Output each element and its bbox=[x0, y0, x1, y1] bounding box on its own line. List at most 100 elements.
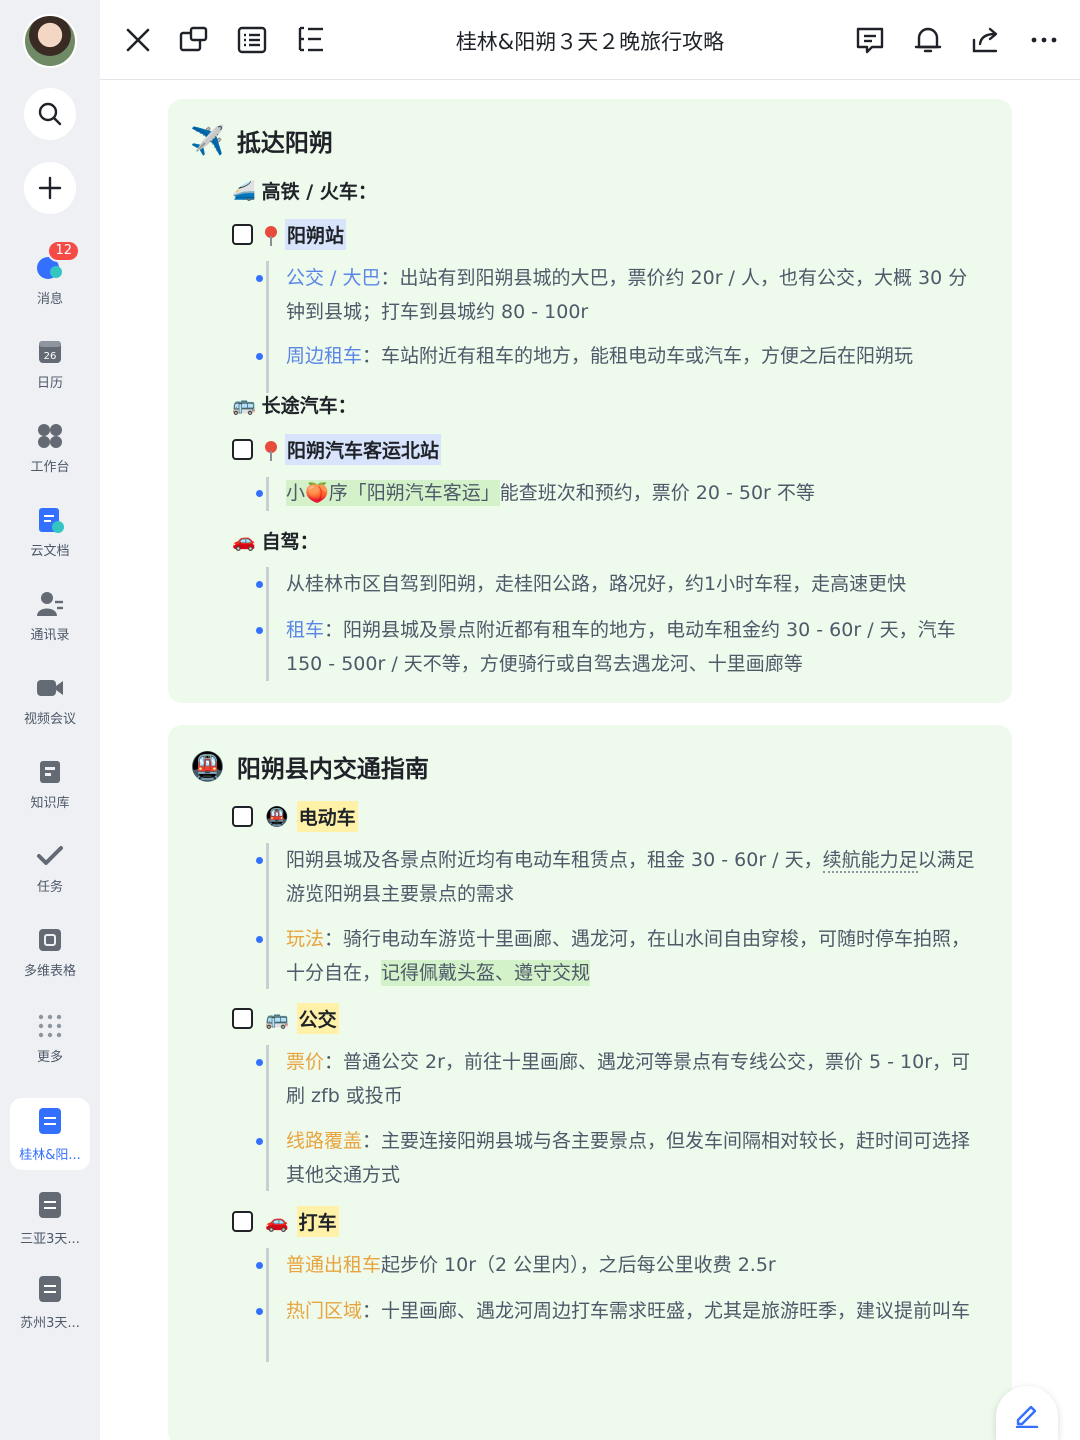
quote-bar bbox=[266, 567, 269, 681]
callout-arrive-yangshuo: ✈️ 抵达阳朔 🚄 高铁 / 火车： 阳朔站 公交 / 大巴：出站有到阳朔县城的… bbox=[168, 99, 1012, 703]
todo-checkbox[interactable] bbox=[232, 224, 253, 245]
more-dots-icon bbox=[36, 1012, 64, 1040]
table-icon bbox=[36, 926, 64, 954]
contacts-icon bbox=[36, 590, 64, 618]
section-heading: 🚇 阳朔县内交通指南 bbox=[190, 749, 429, 784]
tree-outline-icon[interactable] bbox=[294, 24, 326, 56]
nav-label: 日历 bbox=[36, 376, 63, 391]
list-item: 从桂林市区自驾到阳朔，走桂阳公路，路况好，约1小时车程，走高速更快 bbox=[256, 567, 976, 601]
list-item: 普通出租车起步价 10r（2 公里内），之后每公里收费 2.5r bbox=[256, 1248, 976, 1282]
list-item: 玩法：骑行电动车游览十里画廊、遇龙河，在山水间自由穿梭，可随时停车拍照，十分自在… bbox=[256, 922, 976, 990]
quote-bar bbox=[266, 261, 269, 393]
nav-messages[interactable]: 12 消息 bbox=[0, 240, 100, 307]
video-camera-icon bbox=[36, 674, 64, 702]
list-item: 阳朔县城及各景点附近均有电动车租赁点，租金 30 - 60r / 天，续航能力足… bbox=[256, 843, 976, 911]
todo-text: 打车 bbox=[296, 1206, 339, 1237]
add-button[interactable] bbox=[24, 162, 76, 214]
todo-text: 公交 bbox=[296, 1003, 339, 1034]
todo-text: 电动车 bbox=[296, 801, 358, 832]
heading-text: 阳朔县内交通指南 bbox=[236, 755, 429, 783]
location-pin-icon bbox=[265, 440, 277, 461]
search-button[interactable] bbox=[24, 88, 76, 140]
nav-more[interactable]: 更多 bbox=[0, 1012, 100, 1065]
airplane-icon: ✈️ bbox=[190, 124, 225, 157]
chat-bubble-icon: 12 bbox=[36, 240, 80, 282]
document-title: 桂林&阳朔３天２晚旅行攻略 bbox=[455, 30, 725, 54]
todo-yangshuo-station: 阳朔站 bbox=[232, 219, 347, 250]
nav-label: 工作台 bbox=[30, 460, 70, 475]
nav-label: 知识库 bbox=[30, 796, 70, 811]
todo-checkbox[interactable] bbox=[232, 806, 253, 827]
doc-tab-label: 三亚3天... bbox=[20, 1232, 80, 1247]
quote-bar bbox=[266, 1248, 269, 1362]
list-item: 热门区域：十里画廊、遇龙河周边打车需求旺盛，尤其是旅游旺季，建议提前叫车 bbox=[256, 1294, 976, 1328]
todo-checkbox[interactable] bbox=[232, 439, 253, 460]
subheading-rail: 🚄 高铁 / 火车： bbox=[232, 177, 377, 204]
callout-local-transport: 🚇 阳朔县内交通指南 🚇 电动车 阳朔县城及各景点附近均有电动车租赁点，租金 3… bbox=[168, 725, 1012, 1440]
nav-label: 多维表格 bbox=[23, 964, 76, 979]
unread-badge: 12 bbox=[47, 240, 80, 262]
document-body: ✈️ 抵达阳朔 🚄 高铁 / 火车： 阳朔站 公交 / 大巴：出站有到阳朔县城的… bbox=[100, 81, 1080, 1440]
open-doc-tab-sanya[interactable]: 三亚3天... bbox=[10, 1182, 90, 1254]
document-icon bbox=[39, 1192, 61, 1218]
todo-bus-station: 阳朔汽车客运北站 bbox=[232, 434, 442, 465]
calendar-icon: 26 bbox=[36, 338, 64, 366]
nav-calendar[interactable]: 26 日历 bbox=[0, 338, 100, 391]
bus-icon: 🚌 bbox=[232, 394, 256, 416]
car-icon: 🚗 bbox=[232, 530, 256, 552]
pencil-icon bbox=[1015, 1405, 1039, 1428]
open-doc-tab-guilin[interactable]: 桂林&阳... bbox=[10, 1098, 90, 1170]
todo-text: 阳朔汽车客运北站 bbox=[285, 434, 442, 465]
nav-label: 通讯录 bbox=[30, 628, 70, 643]
plus-icon bbox=[38, 176, 62, 200]
doc-tab-label: 桂林&阳... bbox=[19, 1148, 81, 1163]
list-item: 线路覆盖：主要连接阳朔县城与各主要景点，但发车间隔相对较长，赶时间可选择其他交通… bbox=[256, 1124, 976, 1192]
open-in-new-window-icon[interactable] bbox=[178, 24, 210, 56]
todo-taxi: 🚗 打车 bbox=[232, 1206, 339, 1237]
subheading-bus: 🚌 长途汽车： bbox=[232, 391, 357, 418]
comment-icon[interactable] bbox=[854, 24, 886, 56]
book-icon bbox=[36, 758, 64, 786]
nav-knowledge-base[interactable]: 知识库 bbox=[0, 758, 100, 811]
nav-cloud-docs[interactable]: 云文档 bbox=[0, 506, 100, 559]
list-item: 票价：普通公交 2r，前往十里画廊、遇龙河等景点有专线公交，票价 5 - 10r… bbox=[256, 1045, 976, 1113]
heading-text: 抵达阳朔 bbox=[236, 129, 333, 157]
more-horizontal-icon[interactable] bbox=[1028, 24, 1060, 56]
subheading-text: 自驾： bbox=[261, 531, 319, 553]
checkmark-icon bbox=[36, 842, 64, 870]
todo-bus: 🚌 公交 bbox=[232, 1003, 339, 1034]
bell-icon[interactable] bbox=[912, 24, 944, 56]
section-heading: ✈️ 抵达阳朔 bbox=[190, 123, 333, 158]
nav-tasks[interactable]: 任务 bbox=[0, 842, 100, 895]
grid-icon bbox=[36, 422, 64, 450]
quote-bar bbox=[266, 843, 269, 989]
list-item: 租车：阳朔县城及景点附近都有租车的地方，电动车租金约 30 - 60r / 天，… bbox=[256, 613, 976, 681]
subheading-drive: 🚗 自驾： bbox=[232, 527, 319, 554]
cloud-doc-icon bbox=[36, 506, 64, 534]
location-pin-icon bbox=[265, 225, 277, 246]
sidebar: 12 消息 26 日历 工作台 云文档 通讯录 视频会议 知识库 任务 多维表格… bbox=[0, 0, 100, 1440]
car-icon: 🚗 bbox=[265, 1211, 289, 1233]
search-icon bbox=[38, 102, 62, 126]
todo-checkbox[interactable] bbox=[232, 1008, 253, 1029]
quote-bar bbox=[266, 1045, 269, 1191]
outline-list-icon[interactable] bbox=[236, 24, 268, 56]
nav-label: 消息 bbox=[36, 292, 63, 307]
metro-icon: 🚇 bbox=[190, 750, 225, 783]
edit-button[interactable] bbox=[996, 1386, 1058, 1440]
todo-checkbox[interactable] bbox=[232, 1211, 253, 1232]
nav-label: 任务 bbox=[36, 880, 63, 895]
nav-label: 更多 bbox=[36, 1050, 63, 1065]
quote-bar bbox=[266, 477, 269, 511]
nav-workplace[interactable]: 工作台 bbox=[0, 422, 100, 475]
nav-video-meeting[interactable]: 视频会议 bbox=[0, 674, 100, 727]
nav-contacts[interactable]: 通讯录 bbox=[0, 590, 100, 643]
close-icon[interactable] bbox=[122, 24, 154, 56]
nav-bitable[interactable]: 多维表格 bbox=[0, 926, 100, 979]
avatar[interactable] bbox=[23, 14, 77, 68]
share-icon[interactable] bbox=[970, 24, 1002, 56]
open-doc-tab-suzhou[interactable]: 苏州3天... bbox=[10, 1266, 90, 1338]
list-item: 周边租车：车站附近有租车的地方，能租电动车或汽车，方便之后在阳朔玩 bbox=[256, 339, 976, 373]
svg-text:26: 26 bbox=[44, 351, 57, 362]
nav-label: 视频会议 bbox=[23, 712, 76, 727]
